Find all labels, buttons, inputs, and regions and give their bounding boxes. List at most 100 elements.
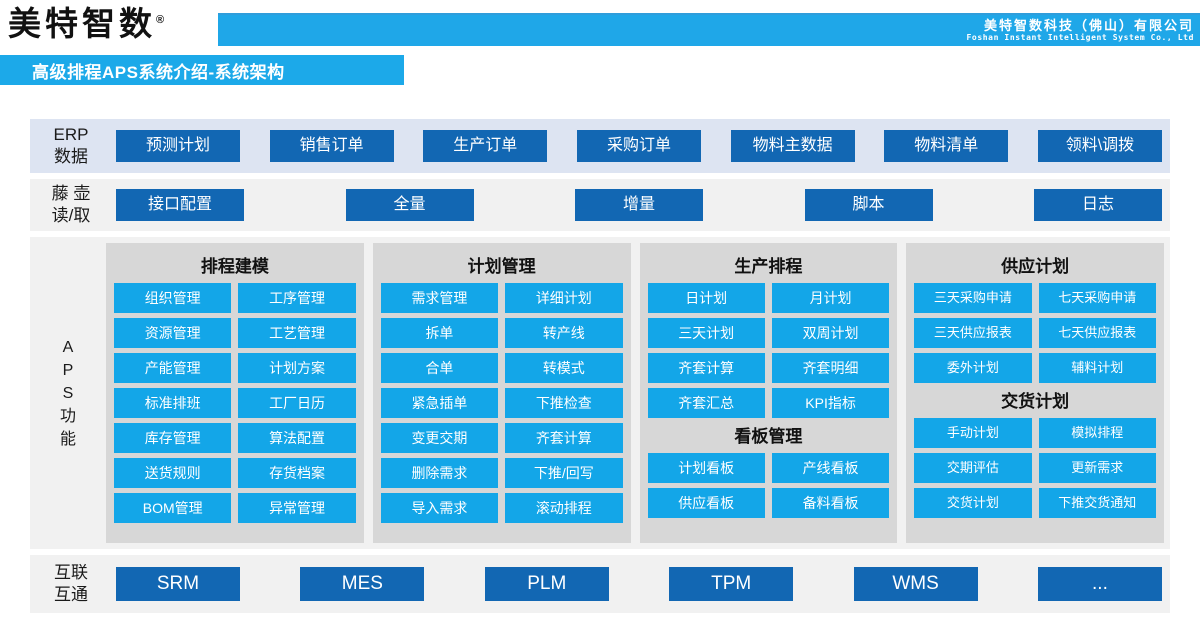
company-name-cn: 美特智数科技（佛山）有限公司 [983, 18, 1194, 33]
aps-item[interactable]: 交期评估 [914, 453, 1032, 483]
interconnect-label-line2: 互通 [54, 585, 88, 604]
aps-item[interactable]: 库存管理 [114, 423, 232, 453]
erp-data-row-label: ERP 数据 [30, 124, 112, 168]
interconnect-row: 互联 互通 SRM MES PLM TPM WMS ... [30, 555, 1170, 613]
aps-item[interactable]: 模拟排程 [1038, 418, 1156, 448]
read-item-incremental[interactable]: 增量 [575, 189, 703, 221]
aps-label-char-2: S [62, 384, 74, 402]
aps-item[interactable]: 异常管理 [238, 493, 356, 523]
aps-item[interactable]: 详细计划 [505, 283, 623, 313]
aps-item[interactable]: 工厂日历 [238, 388, 356, 418]
aps-column-scheduling-modeling: 排程建模 组织管理 工序管理 资源管理 工艺管理 产能管理 计划方案 标准排班 … [106, 243, 364, 543]
aps-item[interactable]: 备料看板 [771, 488, 890, 518]
column-title-supply-plan: 供应计划 [1001, 257, 1070, 276]
data-read-items: 接口配置 全量 增量 脚本 日志 [112, 189, 1170, 221]
erp-label-line1: ERP [53, 125, 89, 144]
column-items-production-scheduling: 日计划 月计划 三天计划 双周计划 齐套计算 齐套明细 齐套汇总 KPI指标 [647, 283, 890, 418]
erp-item-sales-order[interactable]: 销售订单 [269, 130, 394, 162]
aps-item[interactable]: 日计划 [647, 283, 765, 313]
column-subtitle-delivery-plan: 交货计划 [1001, 392, 1070, 411]
interconnect-items: SRM MES PLM TPM WMS ... [112, 567, 1170, 601]
aps-functions-section: A P S 功 能 排程建模 组织管理 工序管理 资源管理 工艺管理 产能管理 … [30, 237, 1170, 549]
aps-item[interactable]: 下推交货通知 [1038, 488, 1156, 518]
aps-item[interactable]: 导入需求 [380, 493, 499, 523]
aps-item[interactable]: 委外计划 [914, 353, 1032, 383]
aps-item[interactable]: 辅料计划 [1038, 353, 1156, 383]
aps-item[interactable]: 三天采购申请 [914, 283, 1032, 313]
interconnect-label-line1: 互联 [54, 563, 88, 582]
aps-item[interactable]: 转模式 [505, 353, 623, 383]
column-items-supply-plan: 三天采购申请 七天采购申请 三天供应报表 七天供应报表 委外计划 辅料计划 [914, 283, 1156, 383]
logo-text: 美特智数® [8, 3, 165, 43]
column-items-scheduling-modeling: 组织管理 工序管理 资源管理 工艺管理 产能管理 计划方案 标准排班 工厂日历 … [114, 283, 356, 523]
aps-item[interactable]: 工序管理 [238, 283, 356, 313]
column-subitems-kanban-management: 计划看板 产线看板 供应看板 备料看板 [647, 453, 890, 518]
erp-item-purchase-order[interactable]: 采购订单 [576, 130, 701, 162]
aps-item[interactable]: 组织管理 [114, 283, 232, 313]
interconnect-item-wms[interactable]: WMS [853, 567, 978, 601]
aps-item[interactable]: 齐套计算 [647, 353, 765, 383]
data-read-row-label: 藤 壶 读/取 [30, 183, 112, 227]
aps-column-production-scheduling: 生产排程 日计划 月计划 三天计划 双周计划 齐套计算 齐套明细 齐套汇总 KP… [639, 243, 898, 543]
aps-item[interactable]: 双周计划 [771, 318, 890, 348]
aps-item[interactable]: 齐套计算 [505, 423, 623, 453]
aps-item[interactable]: 变更交期 [380, 423, 499, 453]
erp-item-material-master-data[interactable]: 物料主数据 [730, 130, 855, 162]
interconnect-item-srm[interactable]: SRM [116, 567, 240, 601]
aps-item[interactable]: 三天供应报表 [914, 318, 1032, 348]
erp-item-forecast-plan[interactable]: 预测计划 [116, 130, 240, 162]
aps-item[interactable]: 拆单 [380, 318, 499, 348]
aps-item[interactable]: 送货规则 [114, 458, 232, 488]
aps-item[interactable]: 转产线 [505, 318, 623, 348]
aps-item[interactable]: 三天计划 [647, 318, 765, 348]
read-item-full-volume[interactable]: 全量 [345, 189, 474, 221]
erp-item-production-order[interactable]: 生产订单 [423, 130, 548, 162]
page-header: 美特智数® 美特智数科技（佛山）有限公司 Foshan Instant Inte… [0, 0, 1200, 46]
aps-item[interactable]: 删除需求 [380, 458, 499, 488]
aps-item[interactable]: 供应看板 [647, 488, 765, 518]
aps-item[interactable]: 标准排班 [114, 388, 232, 418]
aps-item[interactable]: 合单 [380, 353, 499, 383]
interconnect-item-tpm[interactable]: TPM [669, 567, 794, 601]
aps-item[interactable]: 七天采购申请 [1038, 283, 1156, 313]
aps-item[interactable]: KPI指标 [771, 388, 890, 418]
column-subitems-delivery-plan: 手动计划 模拟排程 交期评估 更新需求 交货计划 下推交货通知 [914, 418, 1156, 518]
aps-item[interactable]: 产能管理 [114, 353, 232, 383]
aps-item[interactable]: 资源管理 [114, 318, 232, 348]
aps-item[interactable]: 紧急插单 [380, 388, 499, 418]
interconnect-item-mes[interactable]: MES [300, 567, 425, 601]
company-name-en: Foshan Instant Intelligent System Co., L… [966, 33, 1194, 42]
aps-item[interactable]: 需求管理 [380, 283, 499, 313]
aps-item[interactable]: 计划看板 [647, 453, 765, 483]
aps-item[interactable]: 滚动排程 [505, 493, 623, 523]
aps-item[interactable]: 算法配置 [238, 423, 356, 453]
column-items-plan-management: 需求管理 详细计划 拆单 转产线 合单 转模式 紧急插单 下推检查 变更交期 齐… [380, 283, 623, 523]
aps-item[interactable]: 月计划 [771, 283, 890, 313]
aps-item[interactable]: 七天供应报表 [1038, 318, 1156, 348]
erp-data-row: ERP 数据 预测计划 销售订单 生产订单 采购订单 物料主数据 物料清单 领料… [30, 119, 1170, 173]
aps-label-char-4: 能 [59, 430, 76, 448]
aps-item[interactable]: 手动计划 [914, 418, 1032, 448]
aps-item[interactable]: 齐套明细 [771, 353, 890, 383]
erp-item-material-issue-transfer[interactable]: 领料\调拨 [1037, 130, 1162, 162]
column-title-plan-management: 计划管理 [467, 257, 536, 276]
aps-item[interactable]: 存货档案 [238, 458, 356, 488]
aps-item[interactable]: 产线看板 [771, 453, 890, 483]
aps-item[interactable]: 工艺管理 [238, 318, 356, 348]
erp-data-items: 预测计划 销售订单 生产订单 采购订单 物料主数据 物料清单 领料\调拨 [112, 130, 1170, 162]
aps-item[interactable]: 更新需求 [1038, 453, 1156, 483]
read-item-interface-config[interactable]: 接口配置 [116, 189, 244, 221]
interconnect-item-more[interactable]: ... [1037, 567, 1162, 601]
data-read-row: 藤 壶 读/取 接口配置 全量 增量 脚本 日志 [30, 179, 1170, 231]
erp-item-bill-of-material[interactable]: 物料清单 [884, 130, 1009, 162]
aps-item[interactable]: BOM管理 [114, 493, 232, 523]
aps-item[interactable]: 交货计划 [914, 488, 1032, 518]
aps-item[interactable]: 齐套汇总 [647, 388, 765, 418]
aps-item[interactable]: 计划方案 [238, 353, 356, 383]
read-item-script[interactable]: 脚本 [804, 189, 933, 221]
architecture-diagram: ERP 数据 预测计划 销售订单 生产订单 采购订单 物料主数据 物料清单 领料… [30, 119, 1170, 613]
interconnect-item-plm[interactable]: PLM [484, 567, 609, 601]
aps-item[interactable]: 下推/回写 [505, 458, 623, 488]
aps-item[interactable]: 下推检查 [505, 388, 623, 418]
read-item-log[interactable]: 日志 [1034, 189, 1162, 221]
